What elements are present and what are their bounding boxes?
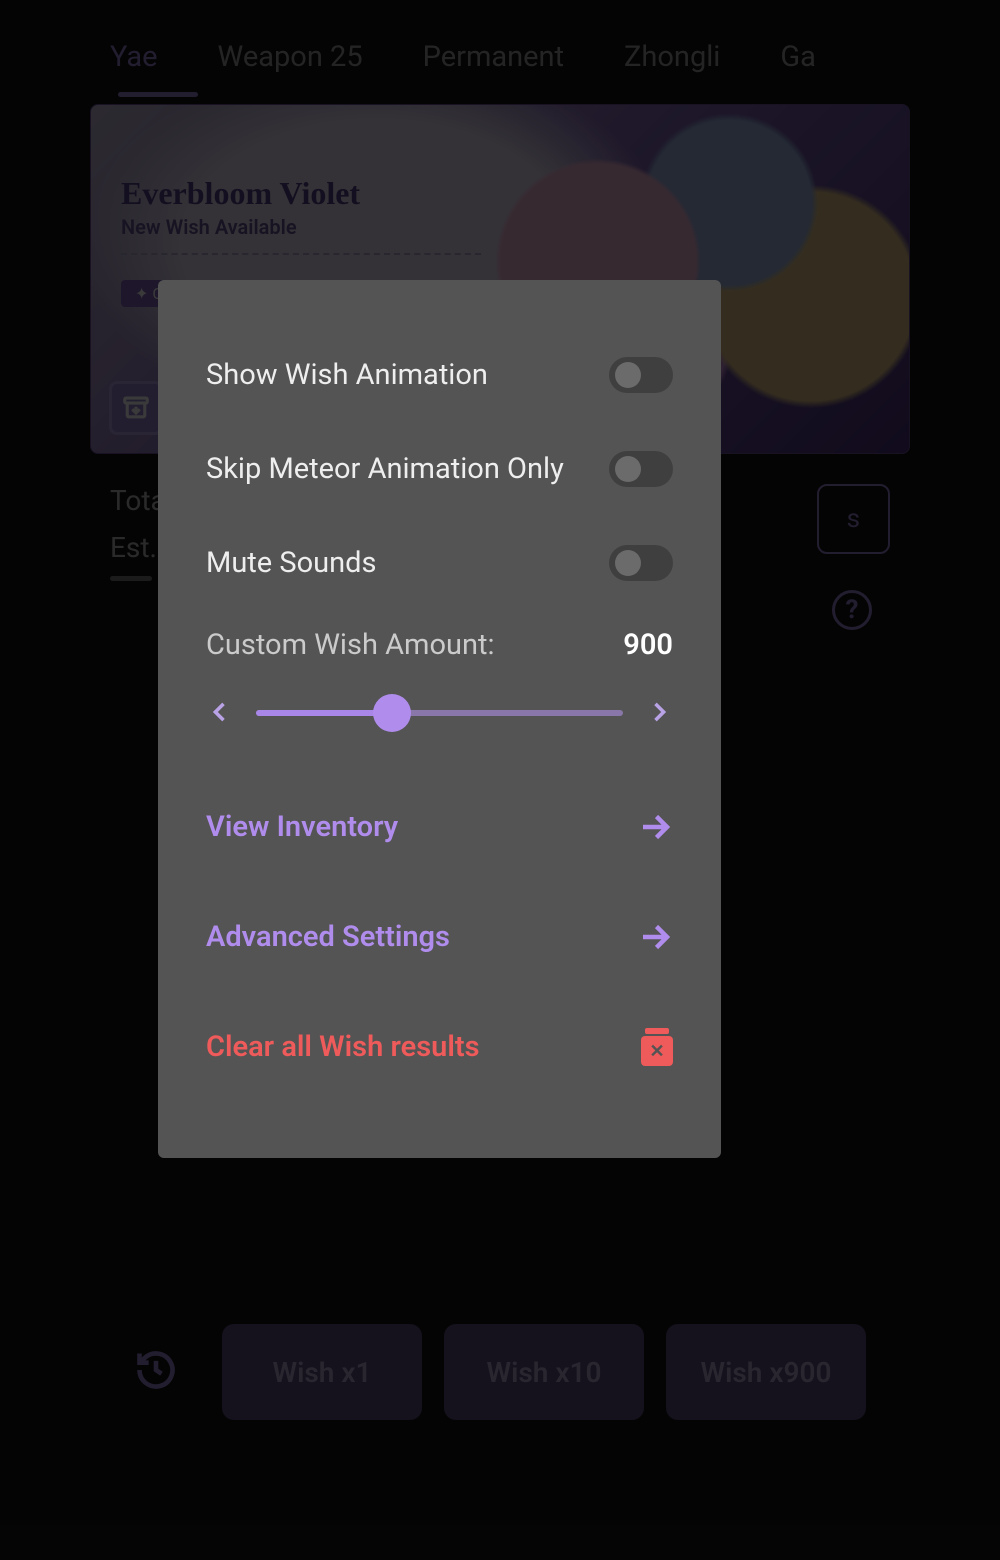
custom-amount-row: Custom Wish Amount: 900 (206, 628, 673, 662)
chevron-right-icon (645, 698, 673, 726)
slider-fill (256, 710, 392, 716)
setting-skip-meteor: Skip Meteor Animation Only (206, 422, 673, 516)
toggle-mute-sounds[interactable] (609, 545, 673, 581)
clear-results-link[interactable]: Clear all Wish results ✕ (206, 992, 673, 1102)
setting-mute-sounds: Mute Sounds (206, 516, 673, 610)
advanced-settings-link[interactable]: Advanced Settings (206, 882, 673, 992)
arrow-right-icon (637, 919, 673, 955)
toggle-show-animation[interactable] (609, 357, 673, 393)
setting-mute-sounds-label: Mute Sounds (206, 546, 376, 580)
amount-decrement[interactable] (206, 698, 234, 726)
setting-skip-meteor-label: Skip Meteor Animation Only (206, 452, 564, 486)
trash-icon: ✕ (641, 1028, 673, 1066)
custom-amount-label: Custom Wish Amount: (206, 628, 495, 662)
amount-slider[interactable] (256, 692, 623, 732)
advanced-settings-label: Advanced Settings (206, 920, 450, 954)
toggle-skip-meteor[interactable] (609, 451, 673, 487)
setting-show-animation-label: Show Wish Animation (206, 358, 488, 392)
amount-increment[interactable] (645, 698, 673, 726)
arrow-right-icon (637, 809, 673, 845)
setting-show-animation: Show Wish Animation (206, 328, 673, 422)
custom-amount-value: 900 (623, 628, 673, 662)
slider-thumb[interactable] (373, 694, 411, 732)
settings-modal: Show Wish Animation Skip Meteor Animatio… (158, 280, 721, 1158)
view-inventory-link[interactable]: View Inventory (206, 772, 673, 882)
chevron-left-icon (206, 698, 234, 726)
clear-results-label: Clear all Wish results (206, 1030, 480, 1064)
amount-slider-row (206, 692, 673, 732)
view-inventory-label: View Inventory (206, 810, 398, 844)
